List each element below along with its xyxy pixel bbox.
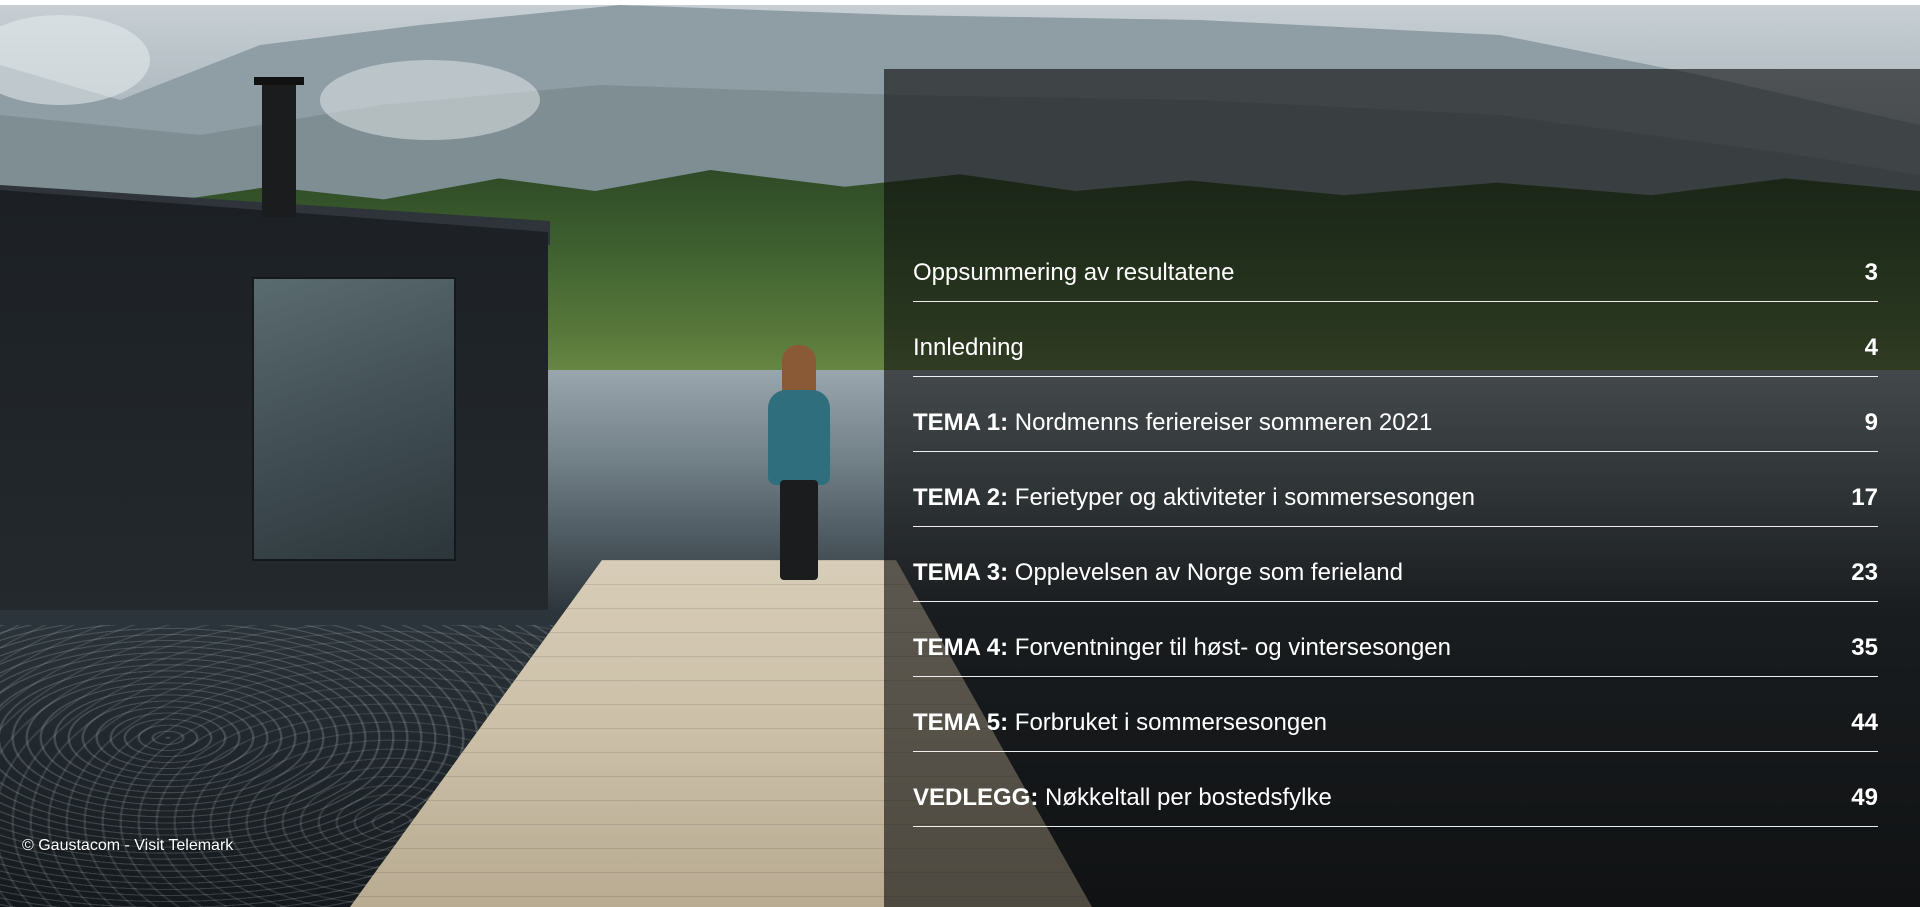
toc-title: Opplevelsen av Norge som ferieland xyxy=(1014,559,1403,586)
toc-page-number: 23 xyxy=(1851,559,1878,586)
toc-title: Nordmenns feriereiser sommeren 2021 xyxy=(1014,409,1433,436)
toc-label: TEMA 5: xyxy=(913,709,1009,736)
toc-item-tema-5[interactable]: TEMA 5: Forbruket i sommersesongen 44 xyxy=(913,677,1878,752)
toc-title: Oppsummering av resultatene xyxy=(913,259,1235,286)
toc-label: VEDLEGG: xyxy=(913,784,1039,811)
toc-entry-text: TEMA 4: Forventninger til høst- og vinte… xyxy=(913,634,1451,662)
table-of-contents: Oppsummering av resultatene 3 Innledning… xyxy=(913,227,1878,827)
toc-title: Innledning xyxy=(913,334,1024,361)
toc-page-number: 44 xyxy=(1851,709,1878,736)
toc-label: TEMA 1: xyxy=(913,409,1009,436)
person-legs xyxy=(780,480,818,580)
toc-label: TEMA 3: xyxy=(913,559,1009,586)
toc-item-summary[interactable]: Oppsummering av resultatene 3 xyxy=(913,227,1878,302)
toc-item-tema-1[interactable]: TEMA 1: Nordmenns feriereiser sommeren 2… xyxy=(913,377,1878,452)
person-hoodie xyxy=(768,390,830,485)
chimney-cap xyxy=(254,77,304,85)
toc-entry-text: TEMA 2: Ferietyper og aktiviteter i somm… xyxy=(913,484,1475,512)
toc-label: TEMA 2: xyxy=(913,484,1009,511)
toc-title: Nøkkeltall per bostedsfylke xyxy=(1045,784,1332,811)
toc-item-tema-4[interactable]: TEMA 4: Forventninger til høst- og vinte… xyxy=(913,602,1878,677)
photo-credit: © Gaustacom - Visit Telemark xyxy=(22,837,234,854)
toc-item-tema-3[interactable]: TEMA 3: Opplevelsen av Norge som feriela… xyxy=(913,527,1878,602)
slide: Oppsummering av resultatene 3 Innledning… xyxy=(0,5,1920,907)
toc-item-introduction[interactable]: Innledning 4 xyxy=(913,302,1878,377)
toc-entry-text: Oppsummering av resultatene xyxy=(913,259,1235,287)
toc-label: TEMA 4: xyxy=(913,634,1009,661)
toc-entry-text: TEMA 5: Forbruket i sommersesongen xyxy=(913,709,1327,737)
toc-entry-text: VEDLEGG: Nøkkeltall per bostedsfylke xyxy=(913,784,1332,812)
person-walking xyxy=(760,345,840,605)
toc-entry-text: Innledning xyxy=(913,334,1024,362)
toc-item-vedlegg[interactable]: VEDLEGG: Nøkkeltall per bostedsfylke 49 xyxy=(913,752,1878,827)
toc-page-number: 17 xyxy=(1851,484,1878,511)
toc-title: Forventninger til høst- og vintersesonge… xyxy=(1014,634,1451,661)
toc-title: Forbruket i sommersesongen xyxy=(1014,709,1327,736)
toc-page-number: 49 xyxy=(1851,784,1878,811)
toc-title: Ferietyper og aktiviteter i sommersesong… xyxy=(1014,484,1475,511)
toc-page-number: 4 xyxy=(1864,334,1878,361)
toc-page-number: 35 xyxy=(1851,634,1878,661)
toc-item-tema-2[interactable]: TEMA 2: Ferietyper og aktiviteter i somm… xyxy=(913,452,1878,527)
toc-entry-text: TEMA 3: Opplevelsen av Norge som feriela… xyxy=(913,559,1403,587)
chimney xyxy=(262,77,296,217)
cabin-window xyxy=(252,277,456,561)
toc-entry-text: TEMA 1: Nordmenns feriereiser sommeren 2… xyxy=(913,409,1432,437)
toc-page-number: 3 xyxy=(1864,259,1878,286)
toc-page-number: 9 xyxy=(1864,409,1878,436)
